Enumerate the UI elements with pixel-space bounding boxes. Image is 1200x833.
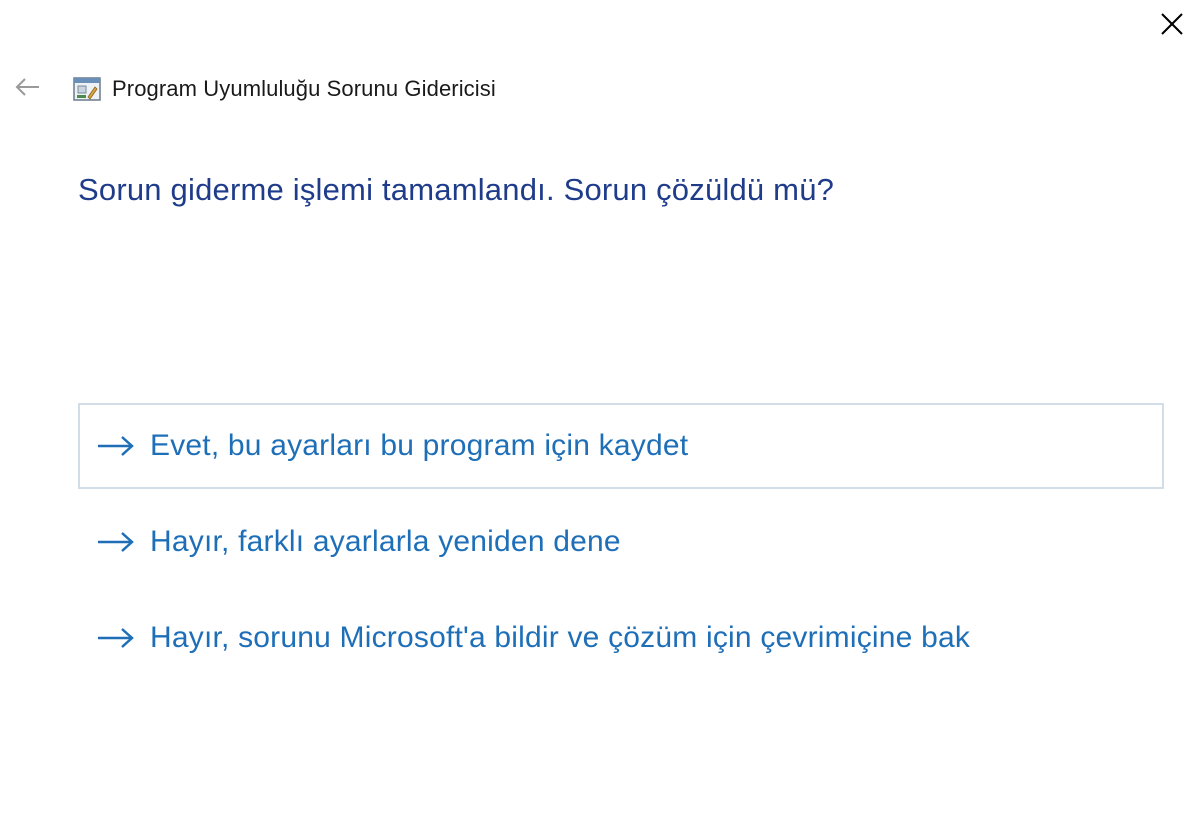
- close-button[interactable]: [1150, 6, 1194, 42]
- page-heading: Sorun giderme işlemi tamamlandı. Sorun ç…: [78, 172, 835, 207]
- option-save-settings[interactable]: Evet, bu ayarları bu program için kaydet: [78, 403, 1164, 489]
- right-arrow-icon: [96, 433, 136, 459]
- options-list: Evet, bu ayarları bu program için kaydet…: [78, 403, 1164, 691]
- right-arrow-icon: [96, 625, 136, 651]
- title-row: Program Uyumluluğu Sorunu Gidericisi: [8, 70, 496, 108]
- right-arrow-icon: [96, 529, 136, 555]
- back-button[interactable]: [8, 70, 48, 108]
- option-label: Hayır, farklı ayarlarla yeniden dene: [150, 525, 621, 558]
- option-label: Evet, bu ayarları bu program için kaydet: [150, 429, 689, 462]
- window-title: Program Uyumluluğu Sorunu Gidericisi: [112, 76, 496, 101]
- close-icon: [1160, 12, 1184, 36]
- option-retry-settings[interactable]: Hayır, farklı ayarlarla yeniden dene: [78, 499, 1164, 585]
- option-report-problem[interactable]: Hayır, sorunu Microsoft'a bildir ve çözü…: [78, 595, 1164, 681]
- option-label: Hayır, sorunu Microsoft'a bildir ve çözü…: [150, 621, 971, 654]
- troubleshooter-icon: [72, 76, 102, 102]
- back-arrow-icon: [15, 77, 41, 102]
